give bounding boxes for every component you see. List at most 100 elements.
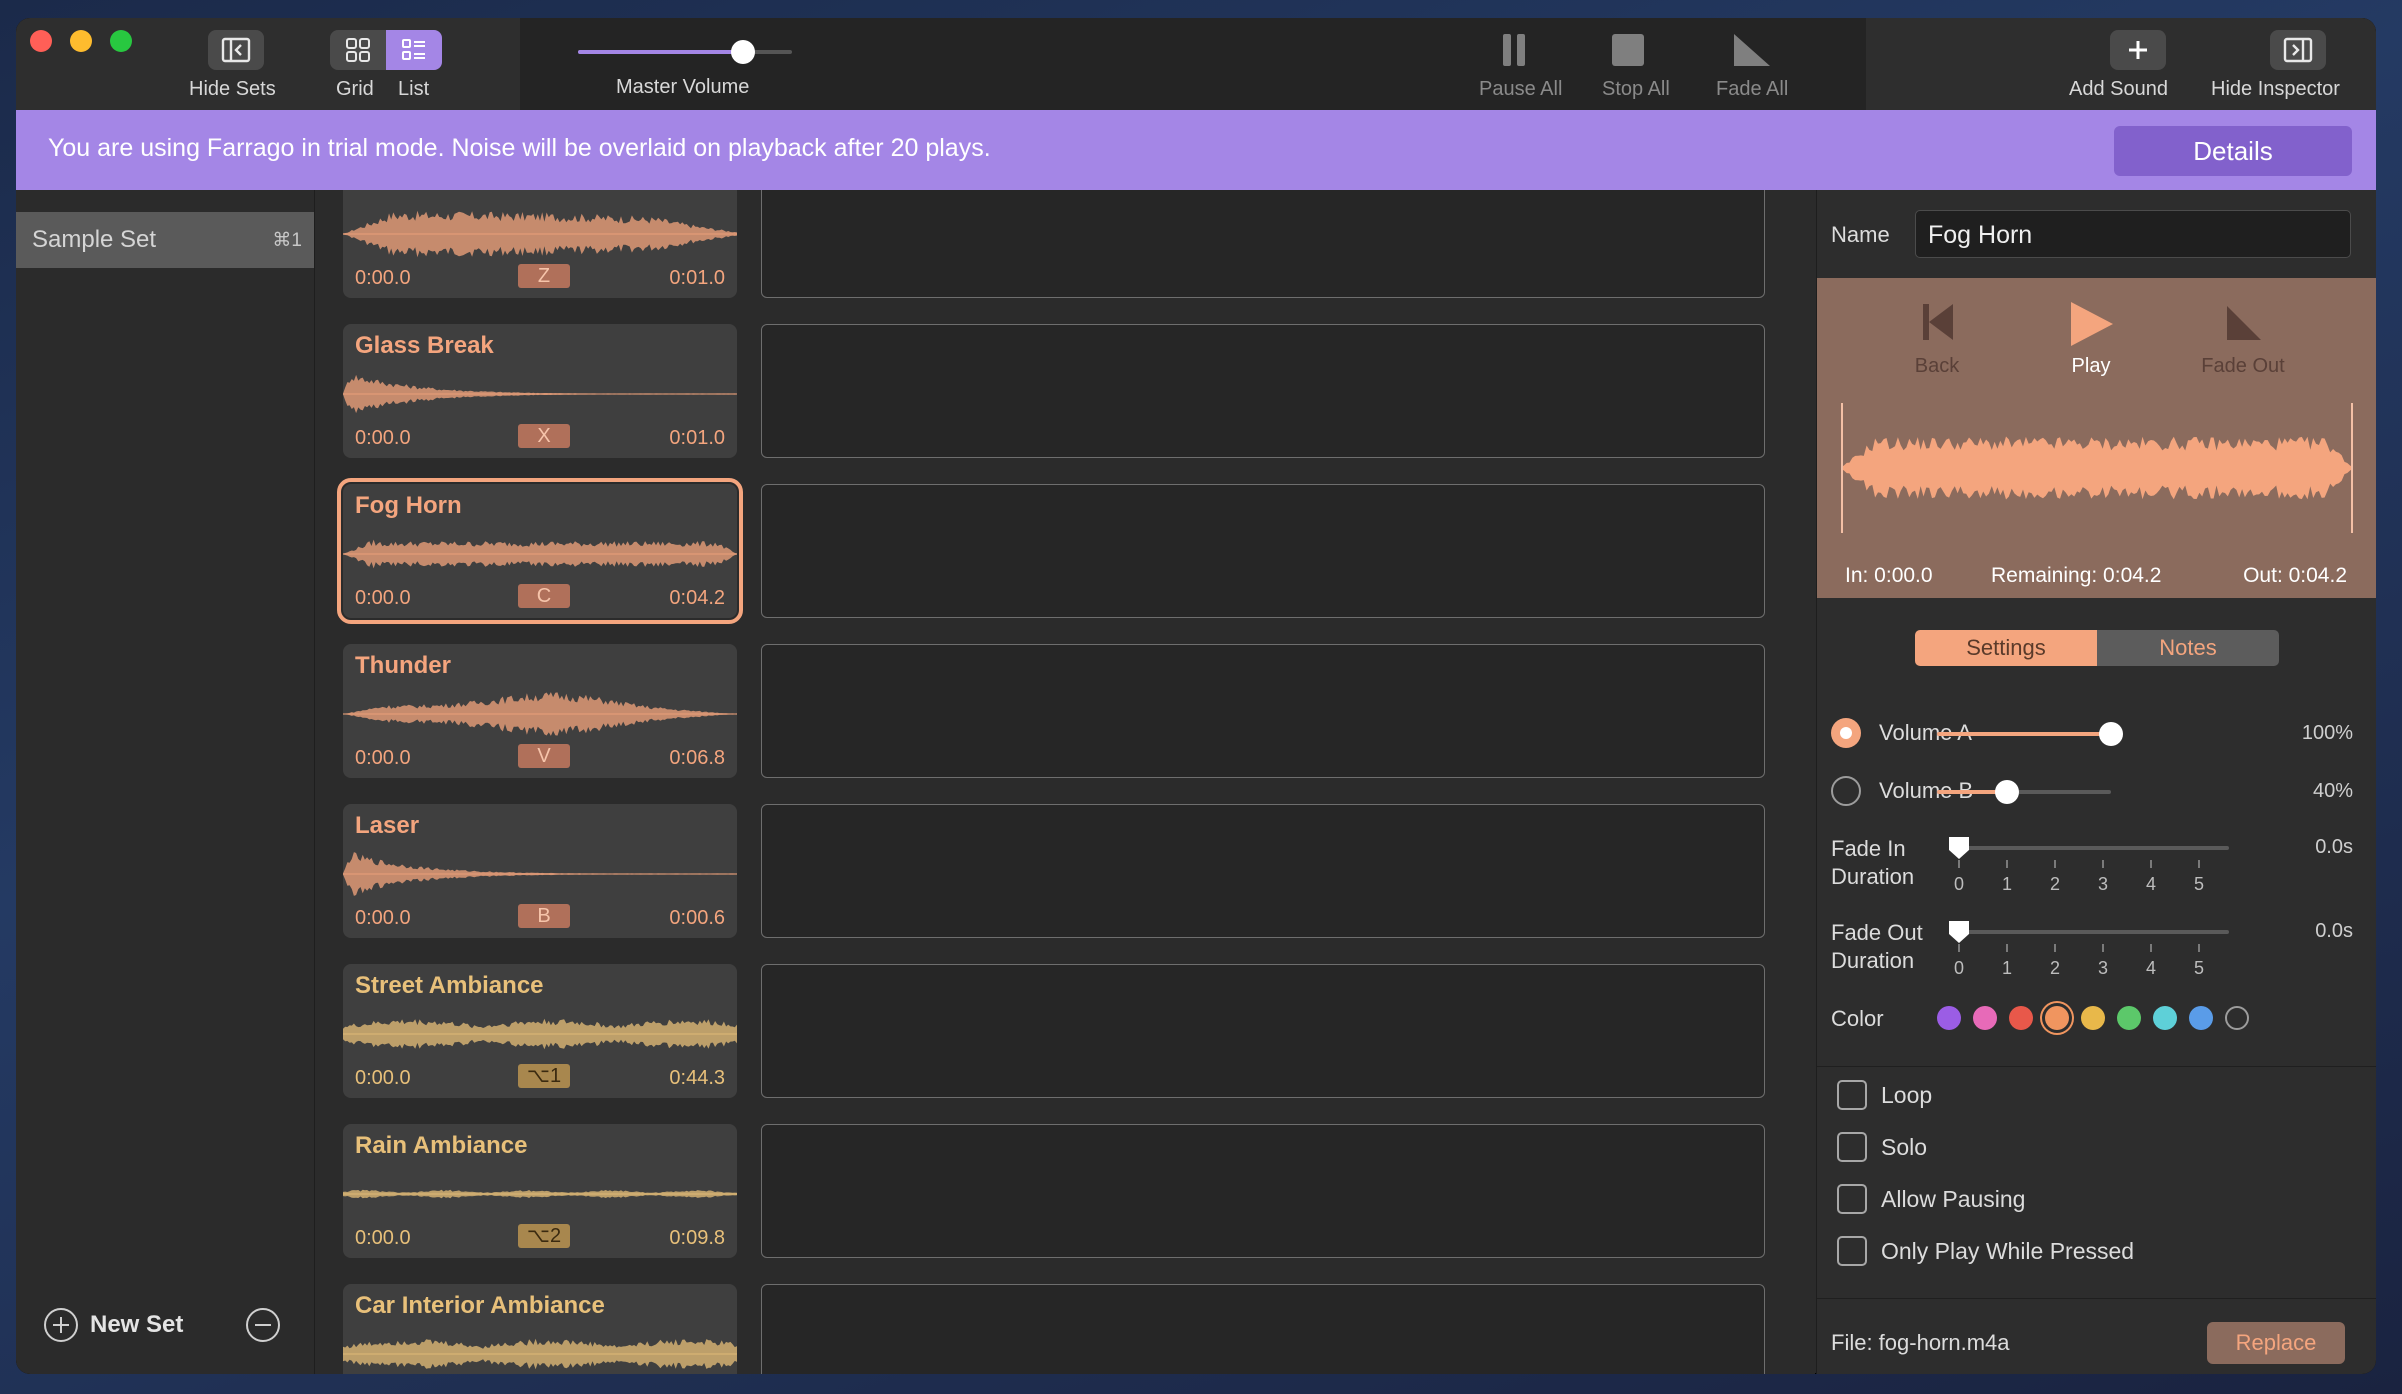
remove-set-button[interactable] [246,1308,280,1342]
set-shortcut: ⌘1 [272,230,302,251]
play-icon [2071,302,2113,346]
color-swatch[interactable] [2117,1006,2141,1030]
volume-a-knob[interactable] [2099,722,2123,746]
slider-knob[interactable] [1948,920,1970,944]
back-button[interactable]: Back [1877,300,1997,378]
fade-in-slider[interactable]: 0 1 2 3 4 5 [1949,837,2229,894]
list-view-button[interactable] [386,30,442,70]
start-time: 0:00.0 [355,1067,411,1089]
allow-pausing-checkbox[interactable] [1837,1184,1867,1214]
hotkey-badge: C [518,584,570,608]
divider [1817,1298,2376,1299]
waveform-display[interactable] [1841,403,2353,533]
sound-tile[interactable]: Street Ambiance 0:00.0 ⌥1 0:44.3 [343,964,737,1098]
sound-tile[interactable]: Car Interior Ambiance [343,1284,737,1374]
fade-all-label: Fade All [1716,78,1789,100]
timeline-lane[interactable] [761,324,1765,458]
sidebar-toggle-icon [208,30,264,70]
sound-tile[interactable]: Laser 0:00.0 B 0:00.6 [343,804,737,938]
tab-settings[interactable]: Settings [1915,630,2097,666]
color-swatch[interactable] [2189,1006,2213,1030]
sound-tile[interactable]: Rain Ambiance 0:00.0 ⌥2 0:09.8 [343,1124,737,1258]
fade-out-slider[interactable]: 0 1 2 3 4 5 [1949,921,2229,978]
list-label: List [398,78,430,100]
hide-inspector-button[interactable] [2270,30,2326,70]
only-play-while-pressed-checkbox[interactable] [1837,1236,1867,1266]
stop-icon [1612,34,1644,66]
add-sound-button[interactable] [2110,30,2166,70]
fade-all-button[interactable] [1732,30,1772,75]
volume-a-fill [1937,732,2111,736]
zoom-window-button[interactable] [110,30,132,52]
pause-all-button[interactable] [1494,30,1534,75]
fade-out-label: Fade Out [2201,355,2285,377]
details-button[interactable]: Details [2114,126,2352,176]
slider-tick [1958,860,1960,868]
timeline-lane[interactable] [761,804,1765,938]
waveform [343,852,737,896]
sound-tile[interactable]: Glass Break 0:00.0 X 0:01.0 [343,324,737,458]
minimize-window-button[interactable] [70,30,92,52]
fade-out-value: 0.0s [2315,920,2353,942]
timeline-lane[interactable] [761,1284,1765,1374]
name-field[interactable]: Fog Horn [1915,210,2351,258]
grid-label: Grid [336,78,374,100]
timeline-lane[interactable] [761,190,1765,298]
master-volume-knob[interactable] [730,40,755,64]
plus-circle-icon [44,1308,78,1342]
sound-tile[interactable]: 0:00.0 Z 0:01.0 [343,190,737,298]
color-swatch[interactable] [1973,1006,1997,1030]
new-set-button[interactable]: New Set [44,1308,183,1342]
master-volume-fill [578,50,743,54]
slider-tick [2054,860,2056,868]
stop-all-button[interactable] [1608,30,1648,75]
slider-tick [2102,860,2104,868]
loop-checkbox[interactable] [1837,1080,1867,1110]
color-swatch[interactable] [2225,1006,2249,1030]
master-volume-slider[interactable] [578,40,792,64]
volume-b-knob[interactable] [1994,780,2019,804]
fade-out-button[interactable]: Fade Out [2183,300,2303,378]
slider-knob[interactable] [1948,836,1970,860]
sound-name: Car Interior Ambiance [355,1292,605,1319]
sound-tile[interactable]: Fog Horn 0:00.0 C 0:04.2 [337,478,743,624]
timeline-lane[interactable] [761,1124,1765,1258]
timeline-lane[interactable] [761,964,1765,1098]
end-time: 0:06.8 [669,747,725,769]
name-label: Name [1831,222,1890,247]
color-swatch[interactable] [1937,1006,1961,1030]
timeline-lane[interactable] [761,484,1765,618]
volume-a-slider[interactable] [1937,722,2123,746]
sound-row: Laser 0:00.0 B 0:00.6 [315,804,1815,938]
sound-tile[interactable]: Thunder 0:00.0 V 0:06.8 [343,644,737,778]
set-item-sample-set[interactable]: Sample Set ⌘1 [16,212,314,268]
slider-tick [2054,944,2056,952]
solo-checkbox[interactable] [1837,1132,1867,1162]
play-label: Play [2071,355,2111,377]
volume-b-slider[interactable] [1937,780,2111,804]
waveform [343,1018,737,1050]
replace-button[interactable]: Replace [2207,1322,2345,1364]
timeline-lane[interactable] [761,644,1765,778]
color-swatch[interactable] [2081,1006,2105,1030]
color-swatch[interactable] [2045,1006,2069,1030]
waveform [343,1338,737,1370]
slider-tick [2198,860,2200,868]
pause-all-label: Pause All [1479,78,1563,100]
allow-pausing-label: Allow Pausing [1881,1186,2026,1212]
volume-b-radio[interactable] [1831,776,1861,806]
tab-notes[interactable]: Notes [2097,630,2279,666]
volume-a-radio[interactable] [1831,718,1861,748]
hotkey-badge: ⌥1 [518,1064,570,1088]
loop-label: Loop [1881,1082,1933,1108]
color-swatch[interactable] [2009,1006,2033,1030]
sound-player: Back Play Fade Out In: 0:00.0 Remaining:… [1817,278,2376,598]
grid-view-button[interactable] [330,30,386,70]
volume-a-value: 100% [2301,722,2353,744]
play-button[interactable]: Play [2031,300,2151,378]
new-set-label: New Set [90,1311,184,1338]
close-window-button[interactable] [30,30,52,52]
set-name: Sample Set [32,226,157,253]
color-swatch[interactable] [2153,1006,2177,1030]
hide-sets-button[interactable] [208,30,264,70]
